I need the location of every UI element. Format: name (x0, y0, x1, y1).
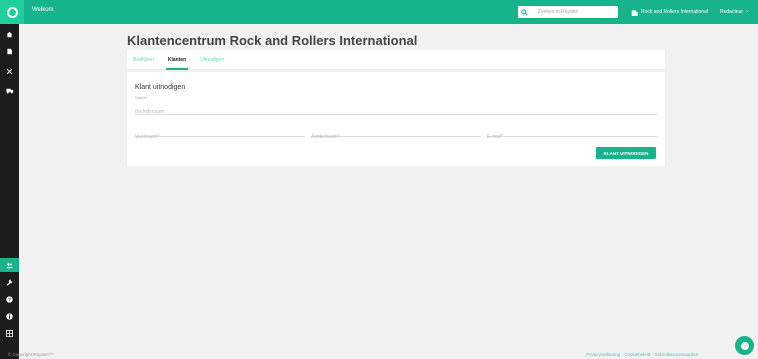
top-bar: Welkom Rock and Rollers International Re… (0, 0, 758, 24)
home-icon[interactable] (0, 27, 19, 41)
search-box[interactable] (518, 6, 618, 18)
page-title: Klantencentrum Rock and Rollers Internat… (127, 33, 418, 48)
name-label: Naam* (135, 95, 148, 100)
footer-links[interactable]: Privacyverklaring · Cookiebeleid · Gebru… (586, 352, 698, 357)
email-input[interactable] (487, 134, 657, 140)
name-field[interactable]: Naam* (135, 95, 657, 115)
help-icon[interactable]: ? (0, 292, 19, 306)
svg-text:?: ? (8, 297, 11, 302)
organization-name: Rock and Rollers International (641, 9, 708, 15)
app-logo[interactable] (0, 0, 24, 24)
tab-uitnodigen[interactable]: Uitnodigen (200, 50, 224, 70)
chat-icon (740, 341, 749, 350)
search-input[interactable] (537, 9, 618, 15)
footer-copyright: © Copyright Rayden™ (8, 352, 54, 357)
chat-button[interactable] (735, 336, 754, 355)
truck-icon[interactable] (0, 83, 19, 97)
chevron-right-icon: › (746, 9, 748, 15)
search-icon[interactable] (518, 6, 532, 18)
firstname-input[interactable] (135, 134, 305, 140)
invite-customer-card: Klant uitnodigen Naam* KLANT UITNODIGEN (127, 72, 665, 166)
tab-bar: Bedrijven Klanten Uitnodigen (127, 50, 665, 70)
lastname-input[interactable] (311, 134, 481, 140)
info-icon[interactable] (0, 309, 19, 323)
document-icon[interactable] (0, 44, 19, 58)
logo-icon (6, 6, 18, 18)
invite-customer-button[interactable]: KLANT UITNODIGEN (596, 147, 656, 159)
sidebar: ? (0, 24, 19, 359)
user-name: Redacteur (720, 9, 744, 15)
user-menu[interactable]: Redacteur › (720, 6, 748, 18)
grid-icon[interactable] (0, 326, 19, 340)
welcome-text: Welkom (32, 7, 54, 13)
organization-switcher[interactable]: Rock and Rollers International (631, 6, 708, 18)
form-title: Klant uitnodigen (135, 84, 186, 91)
email-field[interactable] (487, 125, 657, 140)
users-icon[interactable] (0, 258, 19, 272)
wrench-icon[interactable] (0, 275, 19, 289)
tab-bedrijven[interactable]: Bedrijven (133, 50, 154, 70)
tools-icon[interactable] (0, 64, 19, 78)
company-name-input[interactable] (135, 109, 657, 115)
building-icon (631, 9, 638, 16)
firstname-field[interactable] (135, 125, 305, 140)
lastname-field[interactable] (311, 125, 481, 140)
tab-klanten[interactable]: Klanten (165, 50, 189, 70)
